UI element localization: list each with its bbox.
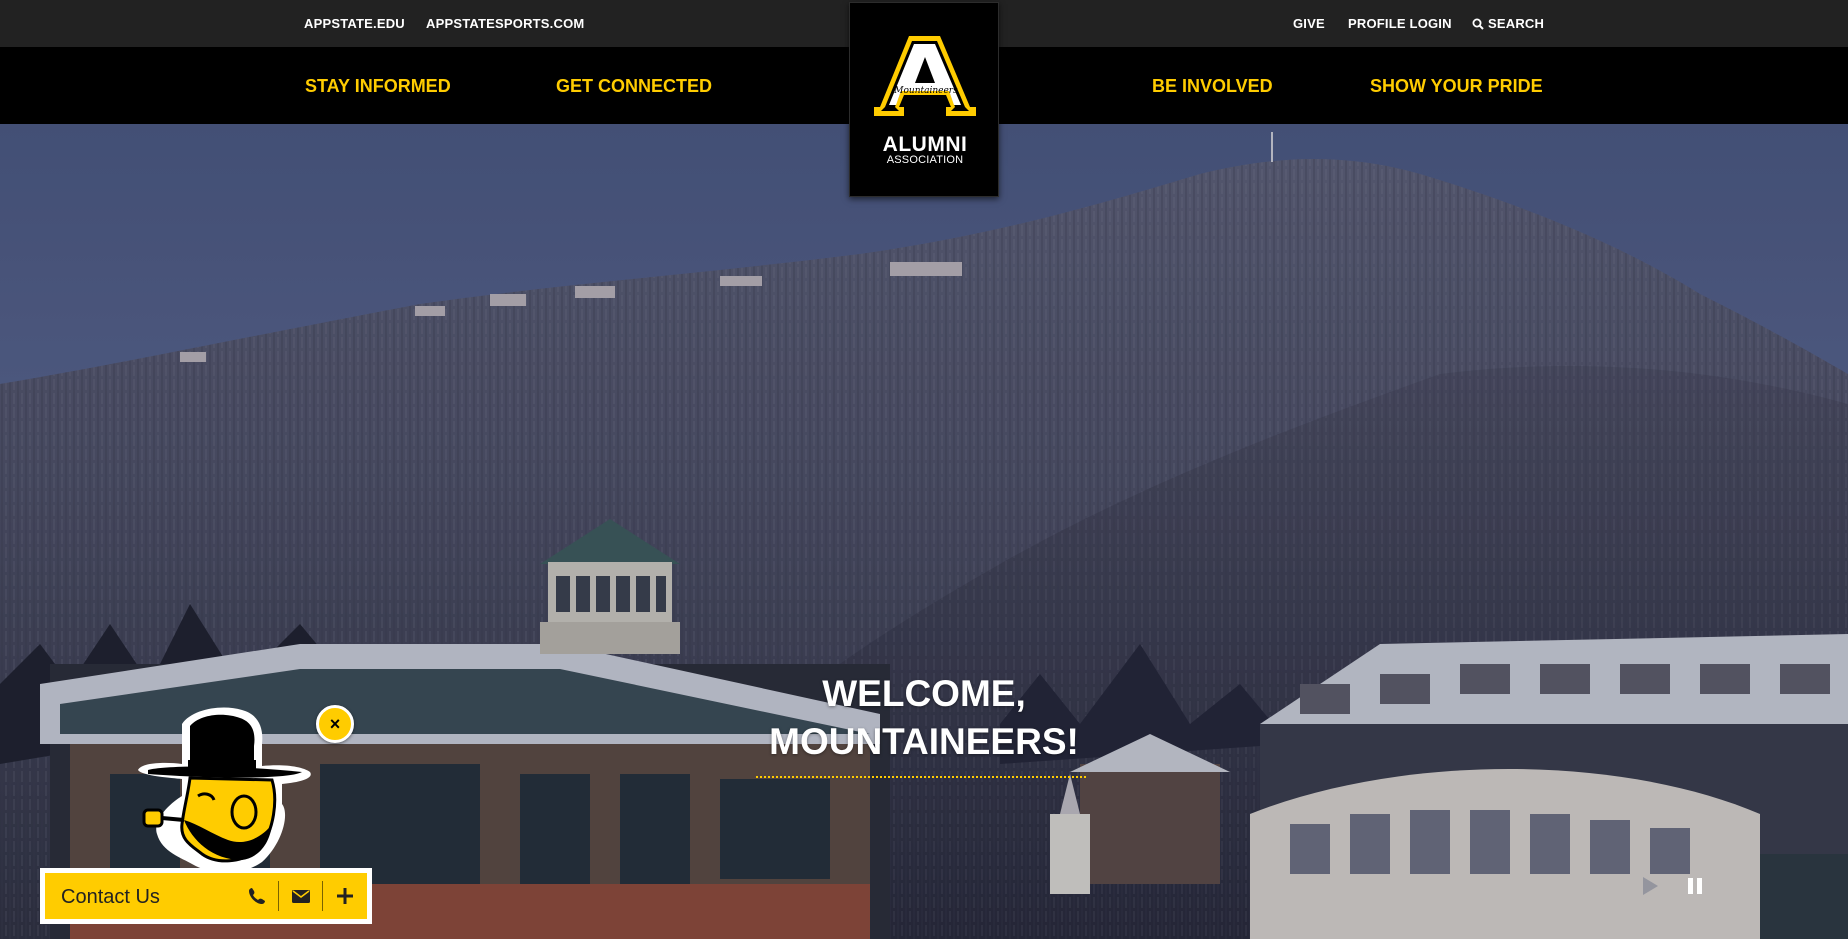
hero-title-line2: MOUNTAINEERS! [769,721,1079,762]
nav-be-involved[interactable]: BE INVOLVED [1152,76,1273,97]
video-pause-button[interactable] [1683,874,1707,898]
play-icon [1643,877,1658,895]
search-icon [1472,18,1484,30]
give-link[interactable]: GIVE [1293,16,1325,31]
appstatesports-link[interactable]: APPSTATESPORTS.COM [426,16,584,31]
contact-email-button[interactable] [279,873,323,919]
logo-a-mark: Mountaineers [874,36,976,116]
plus-icon [337,888,353,904]
contact-us-label[interactable]: Contact Us [61,886,160,909]
search-link[interactable]: SEARCH [1472,16,1544,31]
contact-more-button[interactable] [323,873,367,919]
svg-text:Mountaineers: Mountaineers [893,86,958,96]
contact-bar: Contact Us [45,873,367,919]
phone-icon [249,888,265,904]
yosef-mascot-image [138,707,311,873]
envelope-icon [292,890,310,903]
logo-association-text: ASSOCIATION [886,154,964,166]
hero-title-divider [756,776,1086,778]
nav-get-connected[interactable]: GET CONNECTED [556,76,712,97]
close-contact-widget-button[interactable]: × [316,705,354,743]
contact-phone-button[interactable] [235,873,279,919]
nav-show-your-pride[interactable]: SHOW YOUR PRIDE [1370,76,1543,97]
nav-stay-informed[interactable]: STAY INFORMED [305,76,451,97]
contact-widget: Contact Us [40,868,372,924]
appstate-edu-link[interactable]: APPSTATE.EDU [304,16,405,31]
pause-icon [1688,878,1702,894]
hero-title-line1: WELCOME, [822,673,1026,714]
video-play-button[interactable] [1638,874,1662,898]
profile-login-link[interactable]: PROFILE LOGIN [1348,16,1452,31]
alumni-association-logo[interactable]: Mountaineers ALUMNI ASSOCIATION [849,2,999,197]
search-label: SEARCH [1488,16,1545,31]
close-icon: × [329,714,341,734]
